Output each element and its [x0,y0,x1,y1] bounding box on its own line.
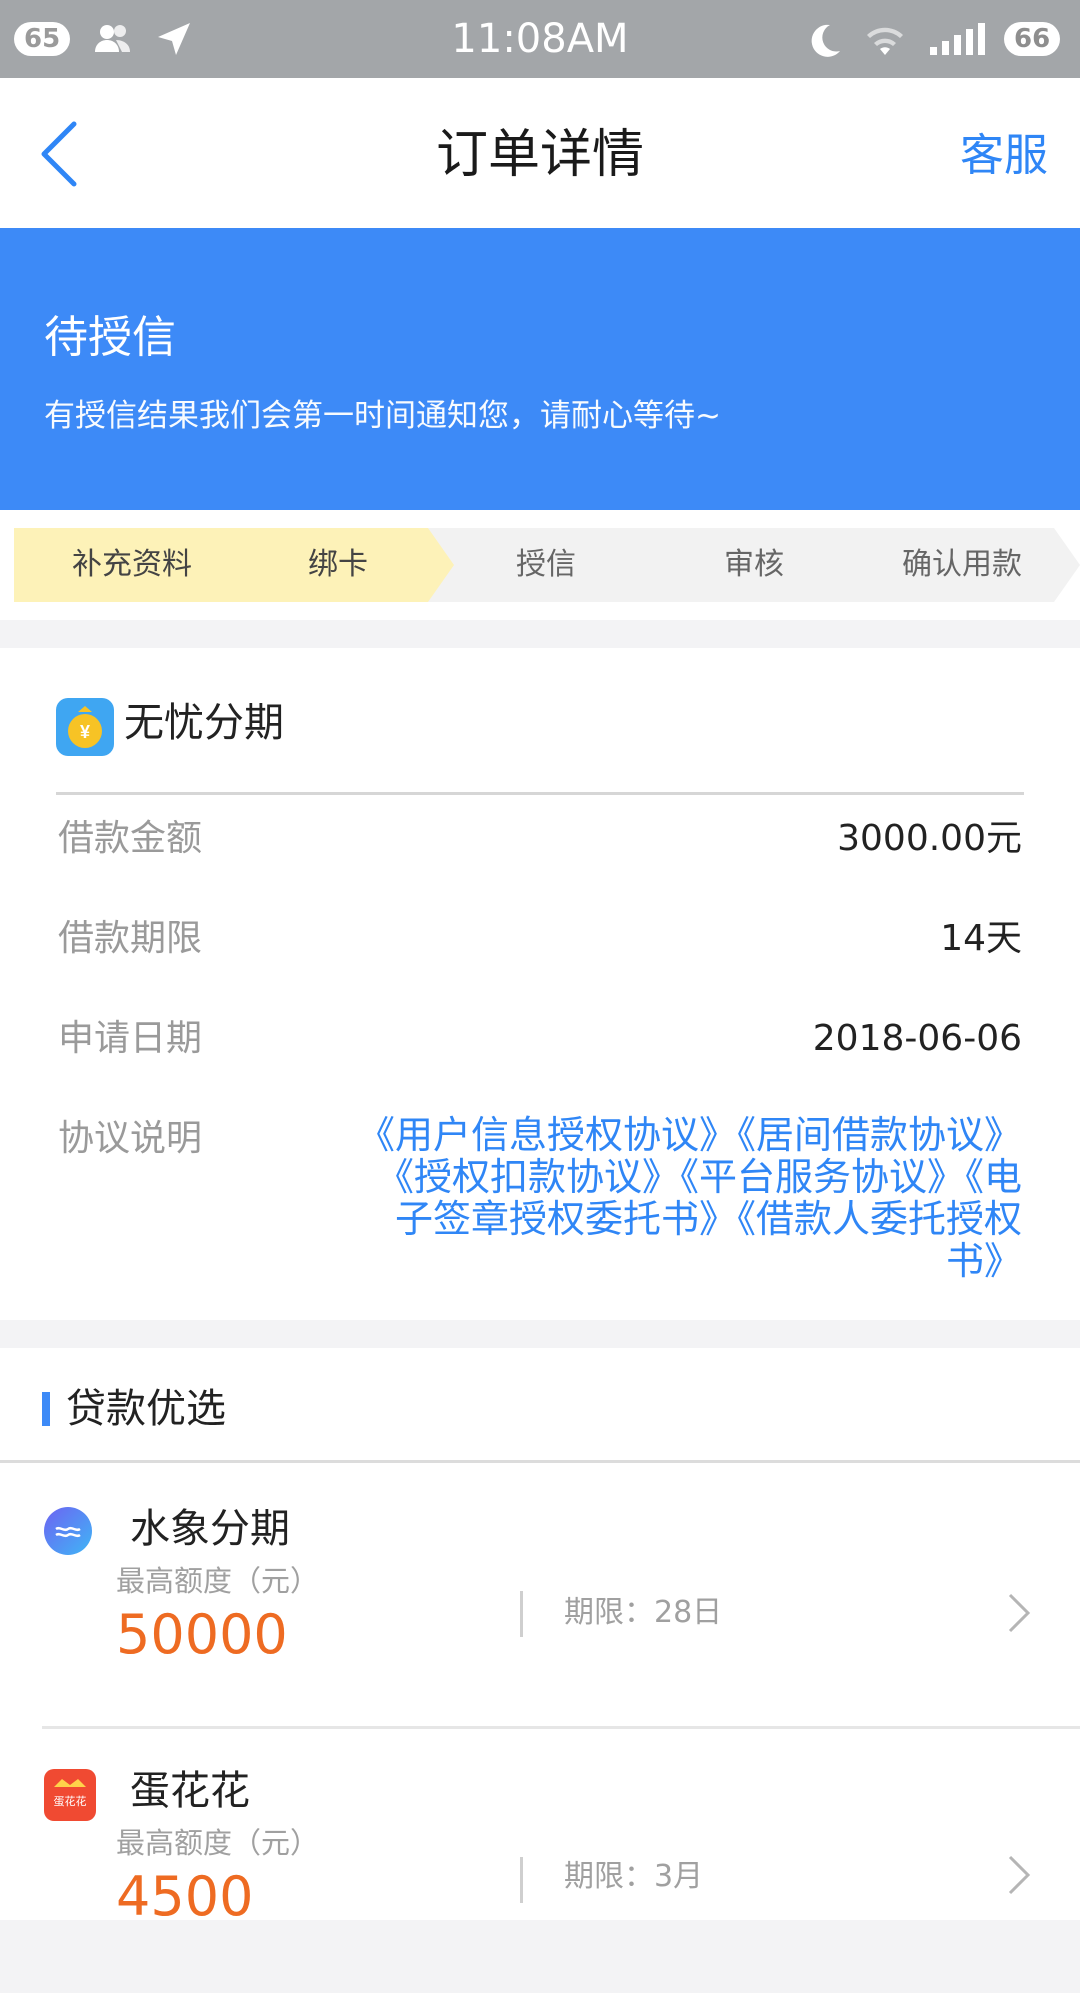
signal-icon [930,23,985,55]
chevron-right-icon [1008,1855,1031,1895]
loan-limit-label: 最高额度（元） [116,1826,320,1860]
agreement-link[interactable]: 《平台服务协议》 [680,1155,965,1199]
loan-term: 期限：28日 [564,1595,723,1630]
apply-date-label: 申请日期 [58,1018,203,1059]
customer-service-button[interactable]: 客服 [960,126,1048,186]
order-card: ¥ 无忧分期 借款金额 3000.00元 借款期限 14天 申请日期 2018-… [0,648,1080,1320]
page-title: 订单详情 [435,125,644,185]
wave-logo-icon [44,1507,92,1555]
back-arrow-icon[interactable] [36,118,86,190]
loan-max-amount: 4500 [116,1865,254,1928]
loan-max-amount: 50000 [116,1603,288,1666]
step-bind-card: 绑卡 [220,528,456,602]
order-status: 待授信 [44,312,176,363]
money-bag-icon: ¥ [56,698,114,756]
danhuahua-logo-icon: 蛋花花 [44,1769,96,1821]
chevron-right-icon [1008,1593,1031,1633]
step-supplement-info: 补充资料 [14,528,250,602]
status-time: 11:08AM [451,16,629,62]
divider [520,1591,523,1637]
loan-term-label: 借款期限 [58,918,203,959]
section-title: 贷款优选 [66,1386,226,1432]
battery-icon: 66 [1004,22,1061,56]
agreement-link[interactable]: 《授权扣款协议》 [376,1155,680,1199]
loan-limit-label: 最高额度（元） [116,1564,320,1598]
product-name: 无忧分期 [124,700,284,746]
loan-term-value: 14天 [940,918,1022,959]
agreement-link[interactable]: 《用户信息授权协议》 [357,1113,737,1157]
agreements-links: 《用户信息授权协议》《居间借款协议》《授权扣款协议》《平台服务协议》《电子签章授… [342,1114,1022,1282]
agreement-link[interactable]: 《居间借款协议》 [737,1113,1022,1157]
agreements-label: 协议说明 [58,1118,203,1159]
wifi-icon [867,27,903,55]
svg-text:¥: ¥ [80,722,90,742]
agreement-link[interactable]: 《借款人委托授权书》 [737,1197,1022,1283]
loan-amount-label: 借款金额 [58,818,203,859]
moon-icon [811,24,840,57]
svg-text:蛋花花: 蛋花花 [54,1795,87,1808]
loan-recommendations: 贷款优选 水象分期 最高额度（元） 50000 期限：28日 蛋花花 蛋花花 最… [0,1348,1080,1928]
step-review: 审核 [636,528,872,602]
loan-term: 期限：3月 [564,1859,704,1894]
status-bar: 65 11:08AM 66 [0,0,1080,78]
loan-item[interactable]: 水象分期 最高额度（元） 50000 期限：28日 [0,1463,1080,1727]
loan-item[interactable]: 蛋花花 蛋花花 最高额度（元） 4500 期限：3月 [0,1729,1080,1993]
progress-steps: 补充资料 绑卡 授信 审核 确认用款 [0,510,1080,620]
divider [520,1857,523,1903]
divider [56,792,1024,795]
status-description: 有授信结果我们会第一时间通知您，请耐心等待~ [44,398,721,434]
section-marker [42,1392,50,1426]
status-banner: 待授信 有授信结果我们会第一时间通知您，请耐心等待~ [0,228,1080,510]
loan-name: 蛋花花 [130,1768,250,1814]
step-confirm-use: 确认用款 [844,528,1080,602]
loan-name: 水象分期 [130,1506,290,1552]
nav-header: 订单详情 客服 [0,78,1080,228]
apply-date-value: 2018-06-06 [812,1018,1022,1059]
step-credit: 授信 [428,528,664,602]
loan-amount-value: 3000.00元 [837,818,1022,859]
